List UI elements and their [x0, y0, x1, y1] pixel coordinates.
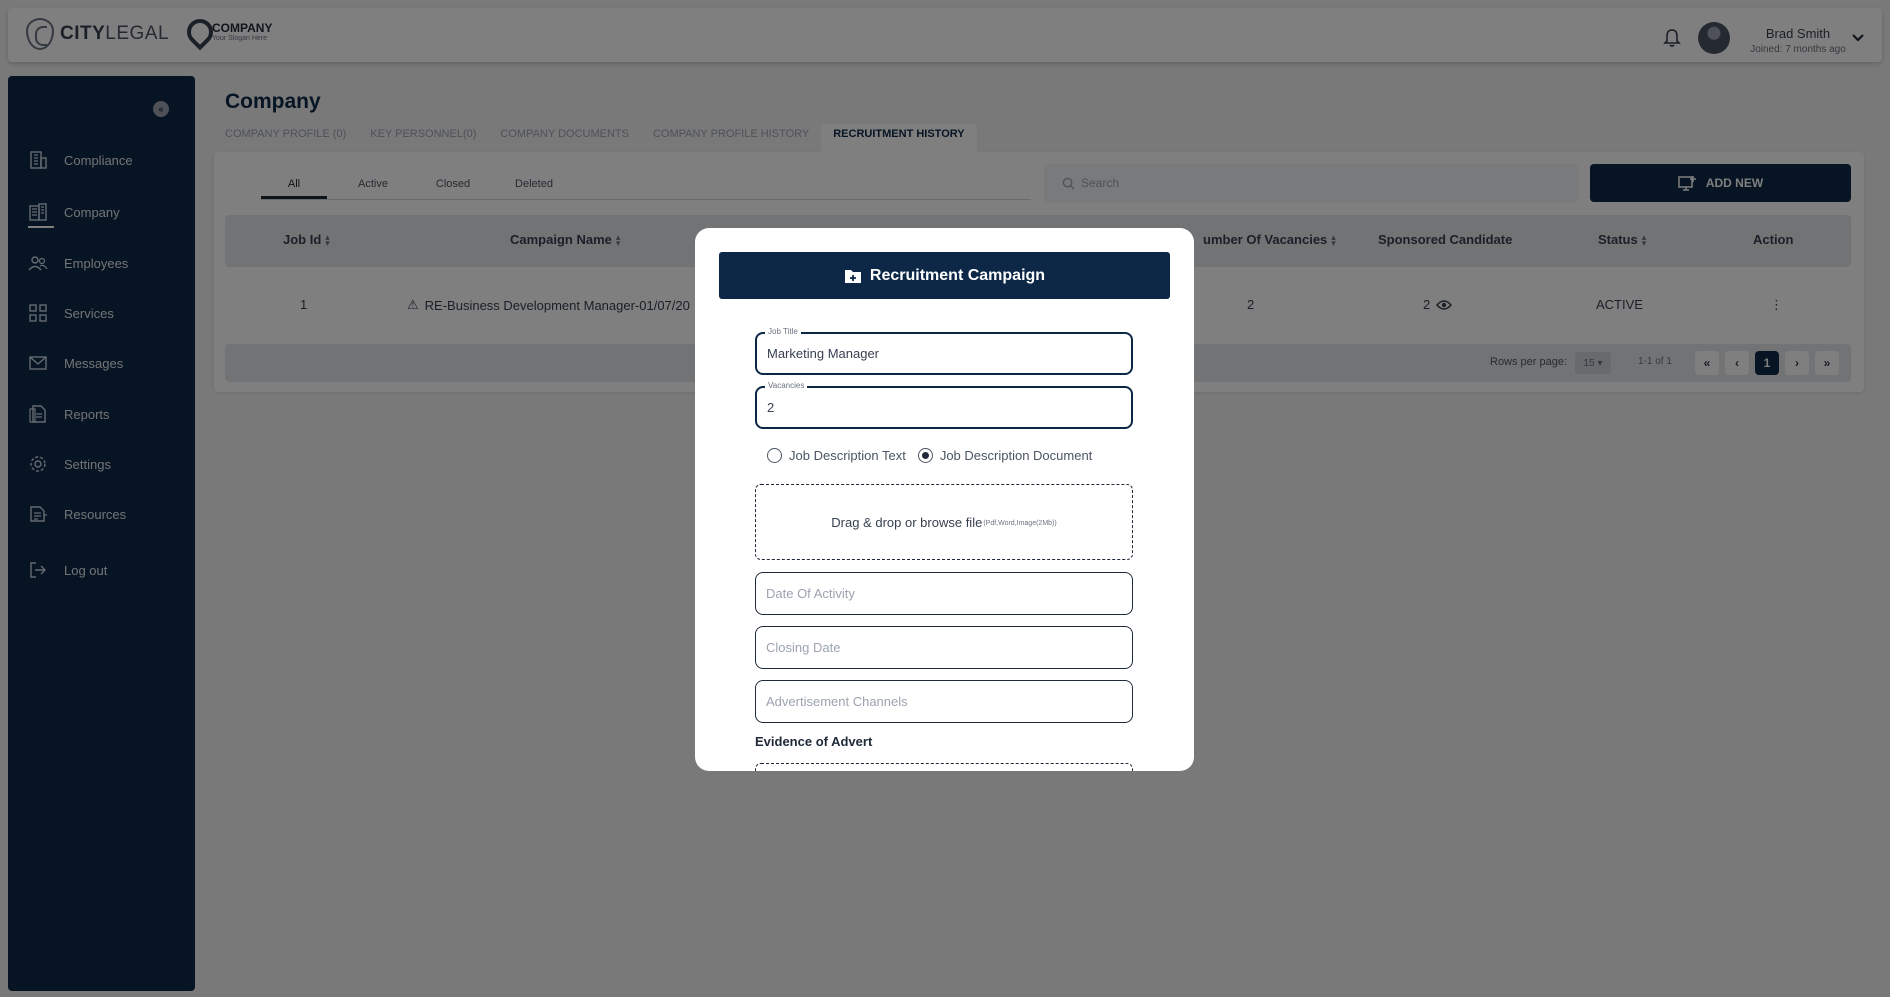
closing-date-field[interactable]: Closing Date [755, 626, 1133, 669]
vacancies-label: Vacancies [765, 381, 808, 390]
job-title-label: Job Title [765, 327, 801, 336]
modal-title: Recruitment Campaign [869, 266, 1046, 284]
evidence-of-advert-label: Evidence of Advert [755, 734, 873, 749]
date-of-activity-field[interactable]: Date Of Activity [755, 572, 1133, 615]
dropzone-hint: (Pdf,Word,Image(2Mb)) [983, 519, 1057, 527]
folder-plus-icon [844, 269, 861, 283]
radio-off-icon [767, 448, 782, 463]
radio-label: Job Description Text [789, 448, 906, 463]
radio-label: Job Description Document [939, 448, 1093, 463]
modal-header: Recruitment Campaign [719, 252, 1170, 299]
job-description-dropzone[interactable]: Drag & drop or browse file (Pdf,Word,Imag… [755, 484, 1133, 560]
vacancies-field[interactable]: Vacancies 2 [755, 381, 1133, 429]
radio-job-description-document[interactable]: Job Description Document [917, 448, 1093, 463]
radio-on-icon [917, 448, 933, 463]
advertisement-channels-field[interactable]: Advertisement Channels [755, 680, 1133, 723]
job-title-value: Marketing Manager [767, 346, 879, 361]
date-of-activity-placeholder: Date Of Activity [766, 586, 855, 601]
closing-date-placeholder: Closing Date [766, 640, 841, 655]
job-title-field[interactable]: Job Title Marketing Manager [755, 327, 1133, 375]
job-description-type: Job Description Text Job Description Doc… [767, 448, 1092, 463]
evidence-dropzone[interactable] [755, 763, 1133, 771]
vacancies-value: 2 [767, 400, 775, 415]
advertisement-channels-placeholder: Advertisement Channels [766, 694, 908, 709]
recruitment-campaign-modal: Recruitment Campaign Job Title Marketing… [695, 228, 1194, 771]
radio-job-description-text[interactable]: Job Description Text [767, 448, 906, 463]
dropzone-text: Drag & drop or browse file [831, 514, 983, 530]
